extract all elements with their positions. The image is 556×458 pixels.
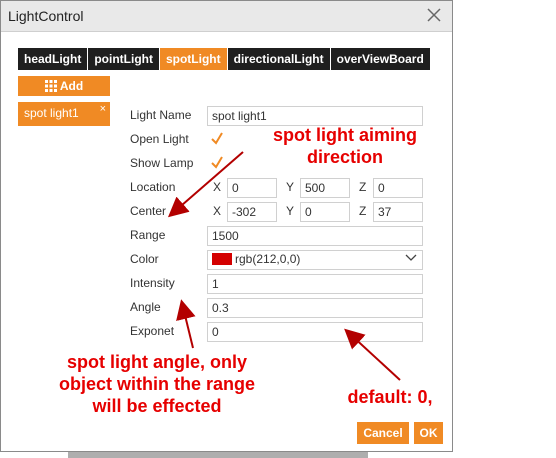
aiming-annotation: spot light aiming direction <box>250 124 440 168</box>
angle-arrow <box>176 299 196 349</box>
default-annotation: default: 0, <box>347 387 433 407</box>
aiming-arrow <box>167 151 244 218</box>
angle-annotation-line1: spot light angle, only <box>67 352 247 372</box>
angle-annotation-line3: will be effected <box>92 396 222 416</box>
angle-annotation-line2: object within the range <box>58 374 255 394</box>
aiming-annotation-line2: direction <box>306 147 383 167</box>
default-arrow <box>344 328 401 381</box>
angle-annotation: spot light angle, only object within the… <box>22 351 292 417</box>
aiming-annotation-line1: spot light aiming <box>273 125 417 145</box>
